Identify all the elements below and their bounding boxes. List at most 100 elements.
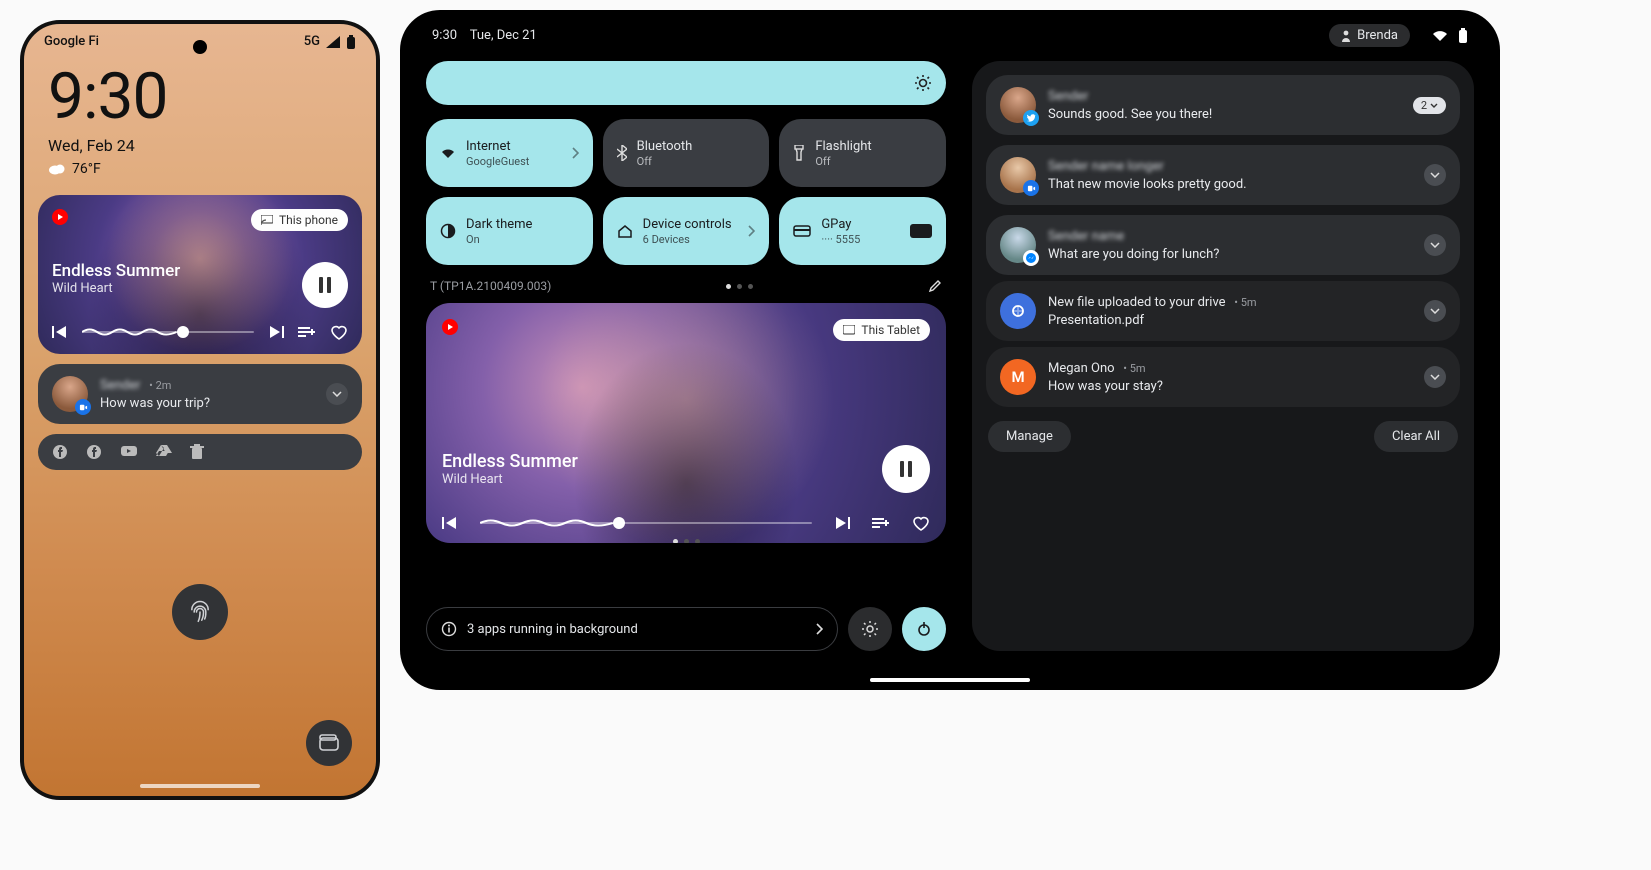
notification-icon-row[interactable] bbox=[38, 434, 362, 470]
wifi-icon bbox=[1432, 30, 1448, 42]
fingerprint-icon bbox=[186, 598, 214, 626]
info-icon bbox=[441, 621, 457, 637]
tablet-statusbar: 9:30 Tue, Dec 21 Brenda bbox=[400, 10, 1500, 61]
battery-icon bbox=[346, 35, 356, 49]
notification-sender: Sender name longer bbox=[1048, 159, 1164, 174]
seek-thumb[interactable] bbox=[613, 517, 625, 529]
network-label: 5G bbox=[304, 34, 320, 49]
qs-internet[interactable]: Internet GoogleGuest bbox=[426, 119, 593, 187]
expand-button[interactable] bbox=[1424, 300, 1446, 322]
chevron-right-icon bbox=[571, 147, 579, 159]
qs-bluetooth[interactable]: Bluetooth Off bbox=[603, 119, 770, 187]
seek-slider[interactable] bbox=[82, 331, 254, 333]
seek-thumb[interactable] bbox=[177, 326, 189, 338]
edit-button[interactable] bbox=[928, 279, 942, 293]
signal-icon bbox=[326, 36, 340, 48]
pause-button[interactable] bbox=[882, 445, 930, 493]
chevron-down-icon bbox=[1430, 172, 1440, 178]
card-icon bbox=[793, 225, 811, 237]
cloud-icon bbox=[48, 163, 66, 175]
expand-button[interactable] bbox=[1424, 366, 1446, 388]
brightness-slider[interactable] bbox=[426, 61, 946, 105]
trash-icon bbox=[190, 444, 204, 460]
output-chip[interactable]: This Tablet bbox=[833, 319, 930, 341]
clear-all-button[interactable]: Clear All bbox=[1374, 421, 1458, 452]
person-icon bbox=[1341, 30, 1351, 42]
next-button[interactable] bbox=[268, 325, 284, 339]
notification-item[interactable]: New file uploaded to your drive • 5m Pre… bbox=[986, 281, 1460, 341]
qs-dark-theme[interactable]: Dark theme On bbox=[426, 197, 593, 265]
lock-clock: 9:30 bbox=[24, 59, 376, 134]
seek-slider[interactable] bbox=[480, 522, 812, 524]
qs-label: Bluetooth bbox=[637, 139, 756, 154]
power-button[interactable] bbox=[902, 607, 946, 651]
qs-label: Flashlight bbox=[815, 139, 932, 154]
twitter-icon bbox=[1023, 110, 1039, 126]
queue-button[interactable] bbox=[872, 516, 890, 530]
previous-button[interactable] bbox=[52, 325, 68, 339]
output-chip[interactable]: This phone bbox=[251, 209, 348, 231]
notification-message: Presentation.pdf bbox=[1048, 313, 1412, 328]
tablet-icon bbox=[843, 325, 855, 335]
pause-icon bbox=[319, 277, 331, 293]
qs-sublabel: ···· 5555 bbox=[821, 233, 900, 246]
build-label: T (TP1A.2100409.003) bbox=[430, 279, 551, 293]
battery-icon bbox=[1458, 28, 1468, 44]
notification-sender: Sender name bbox=[1048, 229, 1124, 244]
pause-button[interactable] bbox=[302, 262, 348, 308]
page-dots bbox=[726, 284, 753, 289]
camera-hole bbox=[193, 40, 207, 54]
wallet-button[interactable] bbox=[306, 720, 352, 766]
phone-notification[interactable]: Sender • 2m How was your trip? bbox=[38, 364, 362, 424]
qs-flashlight[interactable]: Flashlight Off bbox=[779, 119, 946, 187]
phone-home-bar[interactable] bbox=[140, 784, 260, 788]
expand-button[interactable] bbox=[1424, 164, 1446, 186]
status-time: 9:30 bbox=[432, 28, 457, 43]
group-count-badge[interactable]: 2 bbox=[1413, 97, 1446, 114]
notification-item[interactable]: Sender name What are you doing for lunch… bbox=[986, 215, 1460, 275]
tablet-media-card[interactable]: This Tablet Endless Summer Wild Heart bbox=[426, 303, 946, 543]
chevron-right-icon bbox=[747, 225, 755, 237]
previous-button[interactable] bbox=[442, 516, 458, 530]
qs-label: GPay bbox=[821, 217, 900, 232]
qs-device-controls[interactable]: Device controls 6 Devices bbox=[603, 197, 770, 265]
notification-title: New file uploaded to your drive bbox=[1048, 295, 1226, 310]
wifi-icon bbox=[440, 147, 456, 159]
bluetooth-icon bbox=[617, 145, 627, 161]
tablet-device: 9:30 Tue, Dec 21 Brenda Internet bbox=[400, 10, 1500, 690]
manage-button[interactable]: Manage bbox=[988, 421, 1071, 452]
user-name: Brenda bbox=[1357, 28, 1398, 43]
qs-gpay[interactable]: GPay ···· 5555 bbox=[779, 197, 946, 265]
flashlight-icon bbox=[793, 145, 805, 161]
chevron-down-icon bbox=[1430, 374, 1440, 380]
favorite-button[interactable] bbox=[912, 515, 930, 531]
messenger-icon bbox=[1023, 250, 1039, 266]
notification-item[interactable]: Sender name longer That new movie looks … bbox=[986, 145, 1460, 205]
user-chip[interactable]: Brenda bbox=[1329, 24, 1410, 47]
chevron-down-icon bbox=[1430, 242, 1440, 248]
background-apps-pill[interactable]: 3 apps running in background bbox=[426, 607, 838, 651]
background-apps-label: 3 apps running in background bbox=[467, 622, 805, 637]
notification-item[interactable]: Sender Sounds good. See you there! 2 bbox=[986, 75, 1460, 135]
lock-weather[interactable]: 76°F bbox=[24, 157, 376, 181]
notification-item[interactable]: M Megan Ono • 5m How was your stay? bbox=[986, 347, 1460, 407]
youtube-icon bbox=[120, 444, 138, 460]
drive-icon bbox=[156, 444, 172, 460]
output-chip-label: This Tablet bbox=[861, 323, 920, 337]
dark-theme-icon bbox=[440, 223, 456, 239]
brightness-icon bbox=[914, 74, 932, 92]
tablet-home-bar[interactable] bbox=[870, 678, 1030, 682]
next-button[interactable] bbox=[834, 516, 850, 530]
notification-time: • 2m bbox=[146, 379, 171, 392]
notification-panel: Sender Sounds good. See you there! 2 Sen… bbox=[972, 61, 1474, 651]
settings-button[interactable] bbox=[848, 607, 892, 651]
avatar bbox=[52, 376, 88, 412]
expand-button[interactable] bbox=[1424, 234, 1446, 256]
drive-icon bbox=[1000, 293, 1036, 329]
phone-media-card[interactable]: This phone Endless Summer Wild Heart bbox=[38, 195, 362, 354]
chevron-down-icon bbox=[1430, 308, 1440, 314]
favorite-button[interactable] bbox=[330, 324, 348, 340]
fingerprint-button[interactable] bbox=[172, 584, 228, 640]
queue-button[interactable] bbox=[298, 325, 316, 339]
expand-button[interactable] bbox=[326, 383, 348, 405]
